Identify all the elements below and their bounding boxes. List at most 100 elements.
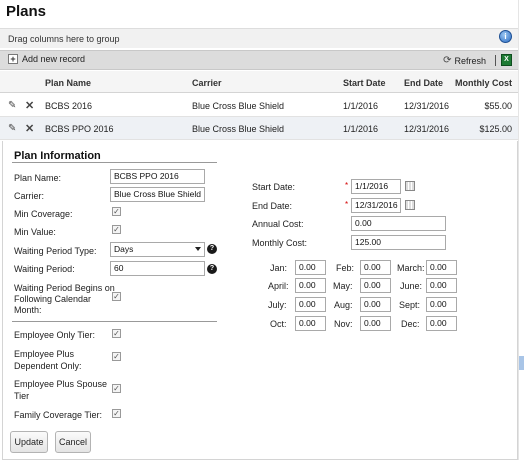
- cell-plan-name: BCBS 2016: [45, 101, 93, 111]
- refresh-label: Refresh: [454, 55, 486, 66]
- month-label-nov: Nov:: [334, 319, 353, 329]
- month-label-may: May:: [333, 281, 353, 291]
- cell-monthly-cost: $125.00: [479, 124, 512, 134]
- group-panel[interactable]: Drag columns here to group i: [0, 28, 518, 48]
- cell-carrier: Blue Cross Blue Shield: [192, 124, 285, 134]
- calendar-icon[interactable]: [405, 200, 415, 210]
- table-row[interactable]: ✎ ✕ BCBS 2016 Blue Cross Blue Shield 1/1…: [0, 94, 518, 117]
- month-label-july: July:: [268, 300, 287, 310]
- waiting-period-label: Waiting Period:: [14, 264, 75, 274]
- month-input-jan[interactable]: 0.00: [295, 260, 326, 275]
- plan-name-label: Plan Name:: [14, 173, 62, 183]
- plus-icon: +: [8, 54, 18, 64]
- refresh-button[interactable]: ⟳ Refresh: [443, 55, 486, 66]
- grid-header: Plan Name Carrier Start Date End Date Mo…: [0, 71, 518, 93]
- calendar-icon[interactable]: [405, 181, 415, 191]
- waiting-period-input[interactable]: 60: [110, 261, 205, 276]
- required-marker: *: [345, 200, 349, 209]
- divider: [12, 321, 217, 322]
- cell-end-date: 12/31/2016: [404, 101, 450, 111]
- cell-monthly-cost: $55.00: [484, 101, 512, 111]
- cell-end-date: 12/31/2016: [404, 124, 450, 134]
- min-coverage-label: Min Coverage:: [14, 209, 73, 219]
- month-input-april[interactable]: 0.00: [295, 278, 326, 293]
- annual-cost-label: Annual Cost:: [252, 219, 304, 229]
- month-input-july[interactable]: 0.00: [295, 297, 326, 312]
- cell-start-date: 1/1/2016: [343, 124, 379, 134]
- cancel-button[interactable]: Cancel: [55, 431, 91, 453]
- refresh-icon: ⟳: [443, 55, 452, 66]
- month-label-oct: Oct:: [270, 319, 287, 329]
- close-icon[interactable]: ✕: [25, 122, 34, 135]
- month-input-june[interactable]: 0.00: [426, 278, 457, 293]
- column-header-plan-name[interactable]: Plan Name: [45, 78, 91, 88]
- employee-only-label: Employee Only Tier:: [14, 330, 96, 340]
- help-circle-icon[interactable]: i: [499, 30, 512, 43]
- question-icon[interactable]: ?: [207, 264, 217, 274]
- annual-cost-input[interactable]: 0.00: [351, 216, 446, 231]
- close-icon[interactable]: ✕: [25, 99, 34, 112]
- section-title: Plan Information: [14, 150, 101, 162]
- carrier-input[interactable]: Blue Cross Blue Shield: [110, 187, 205, 202]
- employee-spouse-checkbox[interactable]: ✓: [112, 384, 121, 393]
- end-date-input[interactable]: 12/31/2016: [351, 198, 401, 213]
- employee-dependent-label-line1: Employee Plus: [14, 349, 75, 359]
- column-header-start-date[interactable]: Start Date: [343, 78, 386, 88]
- excel-export-icon[interactable]: X: [501, 54, 512, 66]
- waiting-begins-label-line1: Waiting Period Begins on: [14, 283, 115, 293]
- start-date-input[interactable]: 1/1/2016: [351, 179, 401, 194]
- month-input-nov[interactable]: 0.00: [360, 316, 391, 331]
- month-input-oct[interactable]: 0.00: [295, 316, 326, 331]
- add-new-record-label: Add new record: [22, 54, 86, 64]
- update-button[interactable]: Update: [10, 431, 48, 453]
- min-coverage-checkbox[interactable]: ✓: [112, 207, 121, 216]
- family-coverage-checkbox[interactable]: ✓: [112, 409, 121, 418]
- question-icon[interactable]: ?: [207, 244, 217, 254]
- page-title: Plans: [6, 3, 47, 20]
- employee-dependent-label-line2: Dependent Only:: [14, 361, 82, 371]
- month-input-sept[interactable]: 0.00: [426, 297, 457, 312]
- employee-only-checkbox[interactable]: ✓: [112, 329, 121, 338]
- group-hint: Drag columns here to group: [8, 34, 120, 44]
- waiting-begins-label-line2: Following Calendar: [14, 294, 92, 304]
- month-input-feb[interactable]: 0.00: [360, 260, 391, 275]
- monthly-cost-input[interactable]: 125.00: [351, 235, 446, 250]
- family-coverage-label: Family Coverage Tier:: [14, 410, 103, 420]
- pencil-icon[interactable]: ✎: [8, 100, 16, 111]
- carrier-label: Carrier:: [14, 191, 45, 201]
- table-row-selected[interactable]: ✎ ✕ BCBS PPO 2016 Blue Cross Blue Shield…: [0, 117, 518, 140]
- chevron-down-icon: [195, 247, 201, 251]
- start-date-label: Start Date:: [252, 182, 296, 192]
- month-label-april: April:: [268, 281, 289, 291]
- month-input-aug[interactable]: 0.00: [360, 297, 391, 312]
- waiting-begins-checkbox[interactable]: ✓: [112, 292, 121, 301]
- month-label-jan: Jan:: [270, 263, 288, 273]
- min-value-checkbox[interactable]: ✓: [112, 225, 121, 234]
- plan-name-input[interactable]: BCBS PPO 2016: [110, 169, 205, 184]
- toolbar-divider: [495, 55, 496, 66]
- month-label-feb: Feb:: [336, 263, 355, 273]
- pencil-icon[interactable]: ✎: [8, 123, 16, 134]
- add-new-record-button[interactable]: + Add new record: [8, 54, 85, 64]
- month-input-dec[interactable]: 0.00: [426, 316, 457, 331]
- waiting-type-value: Days: [114, 244, 134, 254]
- month-input-may[interactable]: 0.00: [360, 278, 391, 293]
- employee-spouse-label-line2: Tier: [14, 391, 30, 401]
- column-header-end-date[interactable]: End Date: [404, 78, 443, 88]
- page-edge: [518, 0, 525, 460]
- month-label-aug: Aug:: [334, 300, 353, 310]
- month-input-march[interactable]: 0.00: [426, 260, 457, 275]
- employee-dependent-checkbox[interactable]: ✓: [112, 352, 121, 361]
- month-label-dec: Dec:: [401, 319, 420, 329]
- cell-carrier: Blue Cross Blue Shield: [192, 101, 285, 111]
- waiting-begins-label-line3: Month:: [14, 305, 42, 315]
- column-header-carrier[interactable]: Carrier: [192, 78, 222, 88]
- scroll-marker: [519, 356, 524, 370]
- end-date-label: End Date:: [252, 201, 293, 211]
- waiting-type-label: Waiting Period Type:: [14, 246, 97, 256]
- waiting-type-select[interactable]: Days: [110, 242, 205, 257]
- grid-toolbar: + Add new record ⟳ Refresh X: [0, 50, 518, 70]
- required-marker: *: [345, 181, 349, 190]
- column-header-monthly-cost[interactable]: Monthly Cost: [455, 78, 512, 88]
- month-label-sept: Sept:: [399, 300, 421, 310]
